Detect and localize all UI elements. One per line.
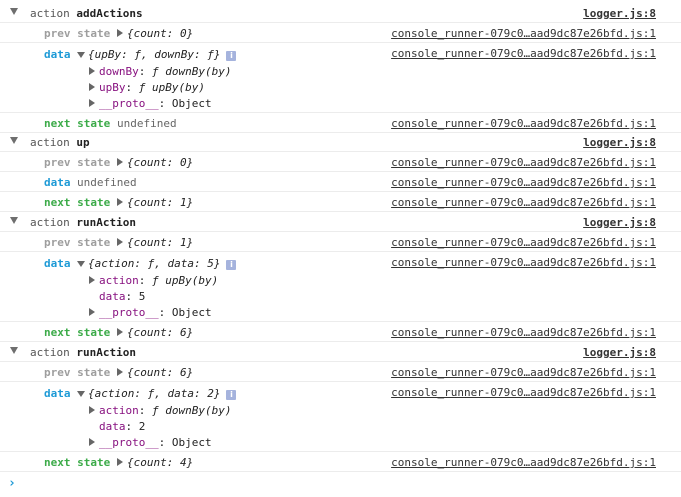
prev-state-value: {count: 6}	[127, 366, 194, 379]
expand-triangle-icon[interactable]	[89, 67, 95, 75]
source-link[interactable]: console_runner-079c0…aad9dc87e26bfd.js:1	[391, 27, 656, 40]
expand-triangle-icon[interactable]	[117, 198, 123, 206]
object-property[interactable]: __proto__: Object	[89, 436, 212, 449]
source-link[interactable]: console_runner-079c0…aad9dc87e26bfd.js:1	[391, 47, 656, 60]
disclosure-triangle-icon[interactable]	[10, 217, 18, 224]
expand-triangle-icon[interactable]	[117, 29, 123, 37]
source-link[interactable]: logger.js:8	[583, 216, 656, 229]
log-entry-data: data {upBy: ƒ, downBy: ƒ} i console_runne…	[0, 43, 681, 113]
log-entry-prev-state: prev state {count: 0} console_runner-079…	[0, 152, 681, 172]
disclosure-triangle-icon[interactable]	[10, 137, 18, 144]
group-action-word: action	[30, 136, 70, 149]
source-link[interactable]: console_runner-079c0…aad9dc87e26bfd.js:1	[391, 386, 656, 399]
expand-triangle-icon[interactable]	[89, 83, 95, 91]
log-entry-next-state: next state undefined console_runner-079c…	[0, 113, 681, 133]
log-entry-next-state: next state {count: 4} console_runner-079…	[0, 452, 681, 472]
info-icon[interactable]: i	[226, 390, 237, 400]
source-link[interactable]: console_runner-079c0…aad9dc87e26bfd.js:1	[391, 236, 656, 249]
expand-triangle-icon[interactable]	[89, 308, 95, 316]
log-group-header[interactable]: action addActions logger.js:8	[0, 3, 681, 23]
expand-triangle-icon[interactable]	[89, 406, 95, 414]
data-value: undefined	[77, 176, 137, 189]
log-entry-prev-state: prev state {count: 1} console_runner-079…	[0, 232, 681, 252]
data-label: data	[44, 257, 71, 270]
console-prompt-icon[interactable]: ›	[8, 476, 16, 491]
next-state-value: {count: 6}	[127, 326, 194, 339]
log-entry-next-state: next state {count: 6} console_runner-079…	[0, 322, 681, 342]
disclosure-triangle-icon[interactable]	[10, 347, 18, 354]
prev-state-value: {count: 1}	[127, 236, 194, 249]
group-action-word: action	[30, 346, 70, 359]
log-entry-data: data undefined console_runner-079c0…aad9…	[0, 172, 681, 192]
group-action-name: runAction	[76, 216, 136, 229]
console-panel: action addActions logger.js:8 prev state…	[0, 0, 681, 497]
source-link[interactable]: logger.js:8	[583, 346, 656, 359]
log-group-header[interactable]: action up logger.js:8	[0, 132, 681, 152]
object-property: data: 2	[99, 420, 146, 433]
prev-state-label: prev state	[44, 366, 111, 379]
info-icon[interactable]: i	[226, 51, 237, 61]
log-group-header[interactable]: action runAction logger.js:8	[0, 342, 681, 362]
object-property[interactable]: action: ƒ upBy(by)	[89, 274, 218, 287]
data-value: {upBy: ƒ, downBy: ƒ}	[88, 48, 221, 61]
source-link[interactable]: logger.js:8	[583, 136, 656, 149]
next-state-value: undefined	[117, 117, 177, 130]
next-state-value: {count: 1}	[127, 196, 194, 209]
expand-triangle-icon[interactable]	[117, 458, 123, 466]
prev-state-value: {count: 0}	[127, 156, 194, 169]
source-link[interactable]: console_runner-079c0…aad9dc87e26bfd.js:1	[391, 366, 656, 379]
data-value: {action: ƒ, data: 5}	[88, 257, 221, 270]
next-state-label: next state	[44, 196, 111, 209]
source-link[interactable]: console_runner-079c0…aad9dc87e26bfd.js:1	[391, 256, 656, 269]
source-link[interactable]: console_runner-079c0…aad9dc87e26bfd.js:1	[391, 156, 656, 169]
object-property[interactable]: __proto__: Object	[89, 97, 212, 110]
collapse-triangle-icon[interactable]	[77, 391, 85, 397]
source-link[interactable]: console_runner-079c0…aad9dc87e26bfd.js:1	[391, 456, 656, 469]
log-entry-data: data {action: ƒ, data: 5} i console_runne…	[0, 252, 681, 322]
object-property[interactable]: upBy: ƒ upBy(by)	[89, 81, 205, 94]
group-action-word: action	[30, 7, 70, 20]
object-property[interactable]: __proto__: Object	[89, 306, 212, 319]
prev-state-label: prev state	[44, 27, 111, 40]
source-link[interactable]: console_runner-079c0…aad9dc87e26bfd.js:1	[391, 196, 656, 209]
prev-state-label: prev state	[44, 236, 111, 249]
group-action-name: runAction	[76, 346, 136, 359]
group-action-name: up	[76, 136, 90, 149]
object-property[interactable]: downBy: ƒ downBy(by)	[89, 65, 231, 78]
next-state-value: {count: 4}	[127, 456, 194, 469]
log-entry-prev-state: prev state {count: 6} console_runner-079…	[0, 362, 681, 382]
next-state-label: next state	[44, 326, 111, 339]
expand-triangle-icon[interactable]	[117, 328, 123, 336]
expand-triangle-icon[interactable]	[117, 238, 123, 246]
object-property: data: 5	[99, 290, 146, 303]
next-state-label: next state	[44, 117, 111, 130]
data-label: data	[44, 48, 71, 61]
log-entry-next-state: next state {count: 1} console_runner-079…	[0, 192, 681, 212]
data-label: data	[44, 176, 71, 189]
info-icon[interactable]: i	[226, 260, 237, 270]
object-property[interactable]: action: ƒ downBy(by)	[89, 404, 231, 417]
group-action-word: action	[30, 216, 70, 229]
source-link[interactable]: console_runner-079c0…aad9dc87e26bfd.js:1	[391, 176, 656, 189]
expand-triangle-icon[interactable]	[117, 158, 123, 166]
expand-triangle-icon[interactable]	[89, 438, 95, 446]
source-link[interactable]: logger.js:8	[583, 7, 656, 20]
expand-triangle-icon[interactable]	[117, 368, 123, 376]
log-entry-data: data {action: ƒ, data: 2} i console_runne…	[0, 382, 681, 452]
prev-state-value: {count: 0}	[127, 27, 194, 40]
data-label: data	[44, 387, 71, 400]
disclosure-triangle-icon[interactable]	[10, 8, 18, 15]
log-entry-prev-state: prev state {count: 0} console_runner-079…	[0, 23, 681, 43]
source-link[interactable]: console_runner-079c0…aad9dc87e26bfd.js:1	[391, 326, 656, 339]
next-state-label: next state	[44, 456, 111, 469]
expand-triangle-icon[interactable]	[89, 276, 95, 284]
prev-state-label: prev state	[44, 156, 111, 169]
log-group-header[interactable]: action runAction logger.js:8	[0, 212, 681, 232]
expand-triangle-icon[interactable]	[89, 99, 95, 107]
group-action-name: addActions	[76, 7, 143, 20]
collapse-triangle-icon[interactable]	[77, 261, 85, 267]
source-link[interactable]: console_runner-079c0…aad9dc87e26bfd.js:1	[391, 117, 656, 130]
data-value: {action: ƒ, data: 2}	[88, 387, 221, 400]
collapse-triangle-icon[interactable]	[77, 52, 85, 58]
